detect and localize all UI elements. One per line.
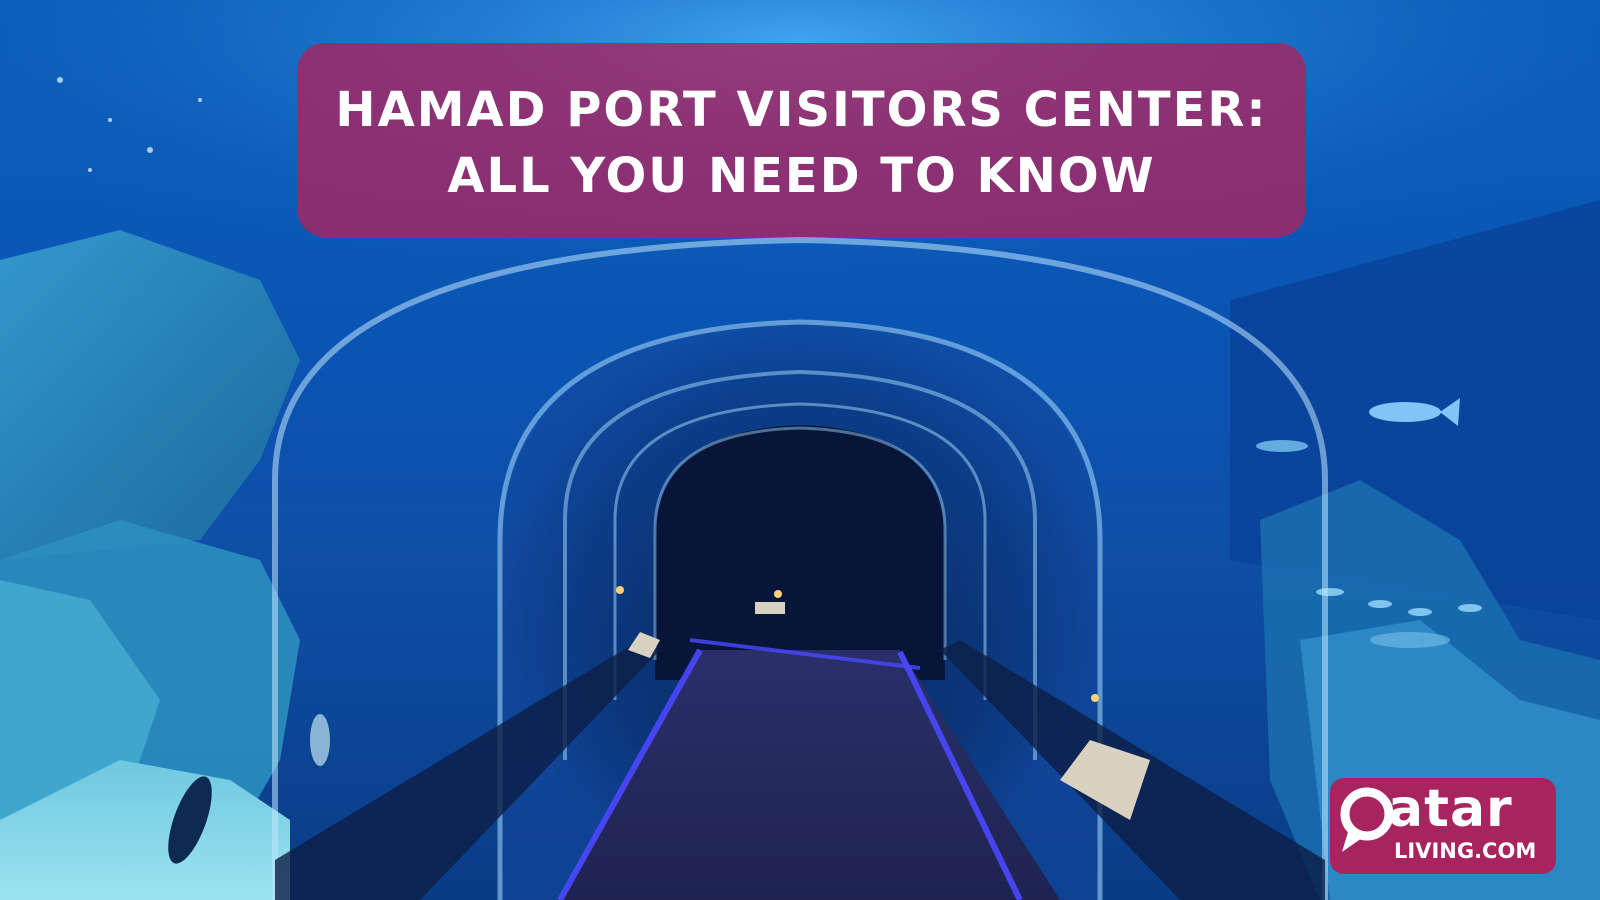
qatar-living-logo: atar LIVING.COM — [1330, 778, 1556, 874]
title-banner: Hamad Port Visitors Center: All You Need… — [297, 43, 1306, 237]
logo-wordmark: atar — [1388, 779, 1513, 839]
title-line-2: All You Need To Know — [447, 148, 1156, 204]
logo-subtext: LIVING.COM — [1394, 839, 1537, 863]
title-line-1: Hamad Port Visitors Center: — [335, 82, 1268, 138]
